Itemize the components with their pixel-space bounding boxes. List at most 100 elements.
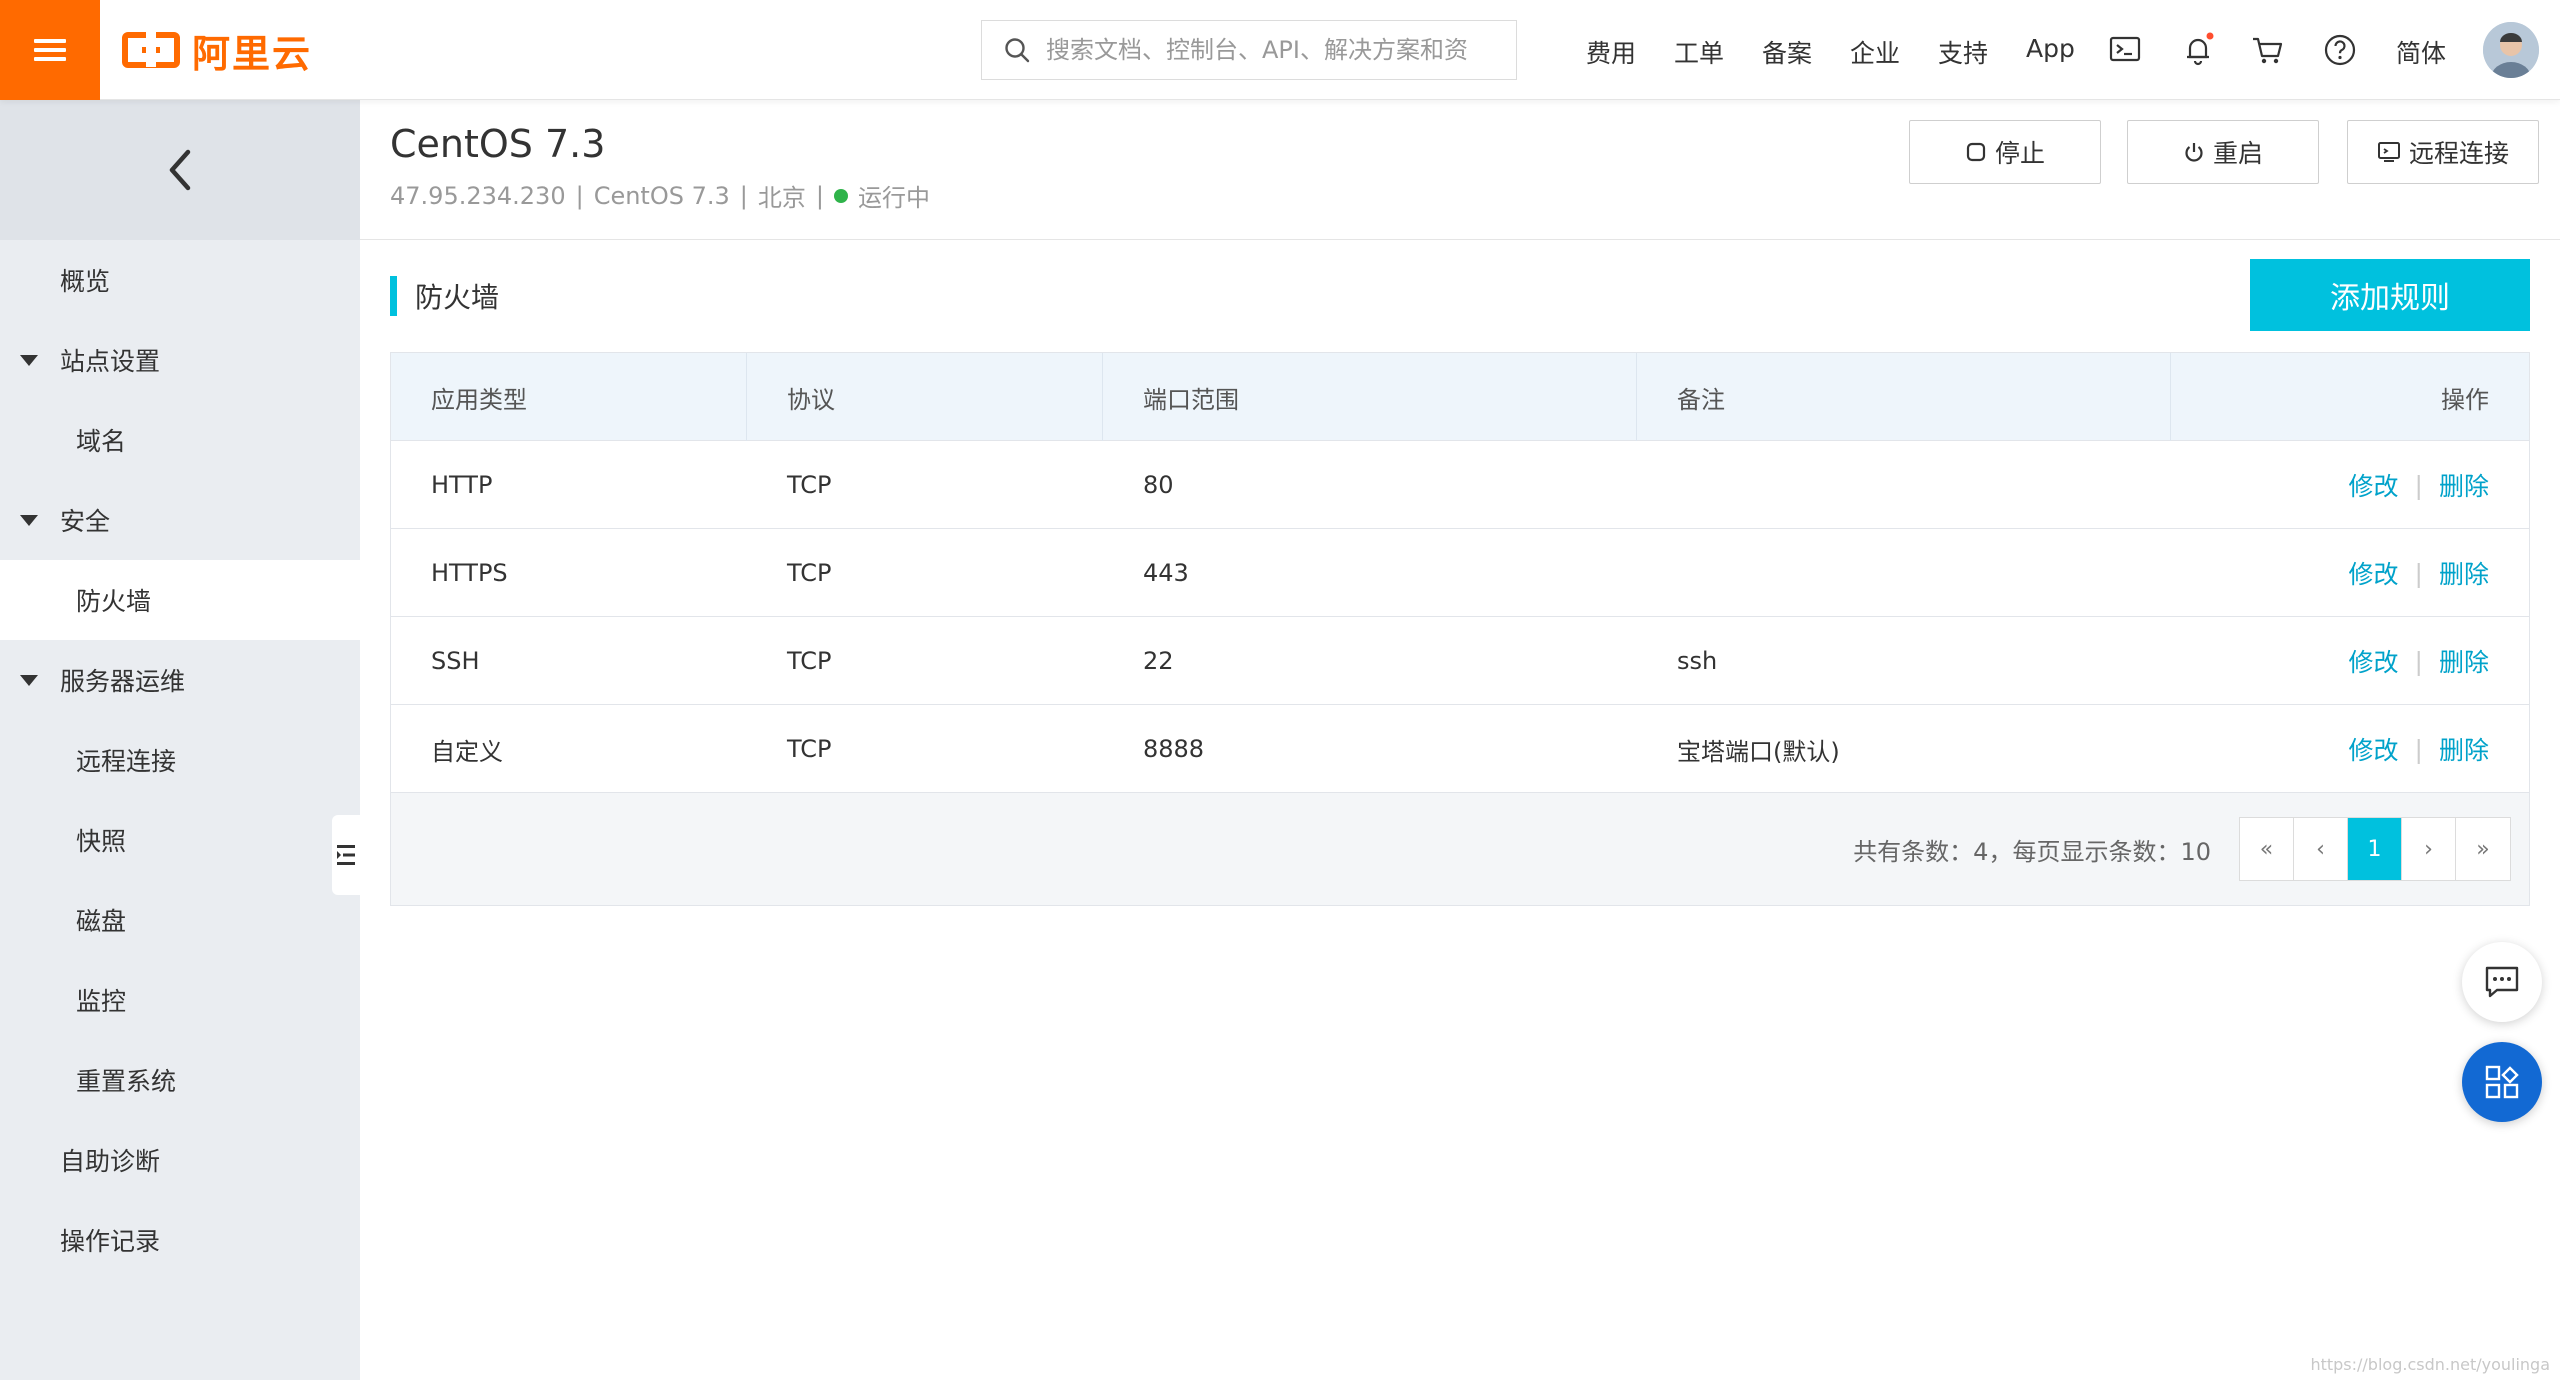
page-button-current[interactable]: 1	[2348, 818, 2402, 880]
top-bar: 阿里云 费用 工单 备案 企业 支持 App 简体	[0, 0, 2560, 100]
quick-apps-button[interactable]	[2462, 1042, 2542, 1122]
caret-down-icon	[20, 354, 38, 366]
sidebar-item-domain[interactable]: 域名	[0, 400, 360, 480]
sidebar-item-firewall[interactable]: 防火墙	[0, 560, 360, 640]
remote-connect-button[interactable]: 远程连接	[2347, 120, 2539, 184]
search-box[interactable]	[981, 20, 1517, 80]
sidebar-group-security[interactable]: 安全	[0, 480, 360, 560]
status-badge: 运行中	[857, 184, 930, 212]
user-avatar[interactable]	[2483, 22, 2539, 78]
back-button[interactable]	[0, 100, 360, 240]
sidebar-group-server-ops[interactable]: 服务器运维	[0, 640, 360, 720]
nav-tickets[interactable]: 工单	[1674, 34, 1724, 70]
sidebar-item-monitor[interactable]: 监控	[0, 960, 360, 1040]
logo-text: 阿里云	[192, 31, 313, 76]
nav-app[interactable]: App	[2026, 34, 2075, 63]
help-icon[interactable]	[2322, 32, 2358, 68]
sidebar-item-overview[interactable]: 概览	[0, 240, 360, 320]
restart-button[interactable]: 重启	[2127, 120, 2319, 184]
sidebar-collapse-toggle[interactable]	[332, 815, 360, 895]
section-header: 防火墙	[390, 276, 499, 316]
instance-os: CentOS 7.3	[593, 181, 730, 210]
sidebar-item-label: 操作记录	[60, 1227, 161, 1256]
delete-link[interactable]: 删除	[2439, 731, 2489, 767]
feedback-button[interactable]	[2462, 942, 2542, 1022]
table-row: HTTPS TCP 443 修改 | 删除	[391, 529, 2529, 617]
sidebar-item-reset-system[interactable]: 重置系统	[0, 1040, 360, 1120]
column-header-actions: 操作	[2441, 385, 2489, 414]
last-page-button[interactable]: »	[2456, 818, 2510, 880]
row-actions: 修改 | 删除	[2349, 617, 2489, 705]
caret-down-icon	[20, 674, 38, 686]
terminal-icon[interactable]	[2108, 32, 2142, 66]
sidebar-item-label: 快照	[76, 827, 127, 856]
pagination-bar: 共有条数：4，每页显示条数：10 « ‹ 1 › »	[391, 793, 2529, 905]
delete-link[interactable]: 删除	[2439, 555, 2489, 591]
cell-note	[1637, 529, 2171, 617]
page-title: CentOS 7.3	[390, 122, 606, 166]
sidebar-group-site-settings[interactable]: 站点设置	[0, 320, 360, 400]
cell-note: ssh	[1677, 647, 1718, 675]
column-header-type: 应用类型	[391, 353, 747, 441]
sidebar-item-self-diagnosis[interactable]: 自助诊断	[0, 1120, 360, 1200]
collapse-list-icon	[337, 845, 355, 865]
aliyun-logo[interactable]: 阿里云	[122, 26, 312, 76]
sidebar-item-label: 站点设置	[60, 347, 161, 376]
meta-separator: |	[815, 181, 824, 210]
cell-protocol: TCP	[787, 471, 832, 499]
edit-link[interactable]: 修改	[2349, 731, 2399, 767]
delete-link[interactable]: 删除	[2439, 467, 2489, 503]
column-header-port: 端口范围	[1103, 353, 1637, 441]
sidebar-item-snapshot[interactable]: 快照	[0, 800, 360, 880]
instance-ip: 47.95.234.230	[390, 181, 566, 210]
instance-region: 北京	[757, 184, 806, 212]
first-page-button[interactable]: «	[2240, 818, 2294, 880]
sidebar-item-disk[interactable]: 磁盘	[0, 880, 360, 960]
add-rule-button[interactable]: 添加规则	[2250, 259, 2530, 331]
meta-separator: |	[739, 181, 748, 210]
prev-page-button[interactable]: ‹	[2294, 818, 2348, 880]
table-row: 自定义 TCP 8888 宝塔端口(默认) 修改 | 删除	[391, 705, 2529, 793]
next-page-button[interactable]: ›	[2402, 818, 2456, 880]
sidebar-item-label: 概览	[60, 267, 111, 296]
search-input[interactable]	[1046, 36, 1486, 64]
cart-icon[interactable]	[2250, 32, 2286, 68]
sidebar-item-operation-log[interactable]: 操作记录	[0, 1200, 360, 1280]
section-accent-bar	[390, 276, 397, 316]
cell-note: 宝塔端口(默认)	[1677, 737, 1840, 766]
nav-enterprise[interactable]: 企业	[1850, 34, 1900, 70]
edit-link[interactable]: 修改	[2349, 555, 2399, 591]
column-header-protocol: 协议	[747, 353, 1103, 441]
hamburger-icon	[34, 34, 66, 66]
pagination: « ‹ 1 › »	[2239, 817, 2511, 881]
stop-button[interactable]: 停止	[1909, 120, 2101, 184]
edit-link[interactable]: 修改	[2349, 643, 2399, 679]
sidebar-item-remote[interactable]: 远程连接	[0, 720, 360, 800]
cell-type: HTTPS	[431, 559, 508, 587]
nav-icp[interactable]: 备案	[1762, 34, 1812, 70]
status-dot-icon	[833, 188, 848, 203]
power-icon	[2185, 143, 2203, 162]
restart-button-label: 重启	[2212, 140, 2263, 168]
remote-connect-icon	[2377, 142, 2400, 162]
cell-type: SSH	[431, 647, 480, 675]
sidebar-item-label: 域名	[76, 427, 127, 456]
language-switch[interactable]: 简体	[2396, 34, 2446, 70]
sidebar: 概览 站点设置 域名 安全 防火墙 服务器运维 远程连接 快照 磁盘 监控 重置…	[0, 100, 360, 1380]
bell-icon[interactable]	[2180, 32, 2216, 68]
row-actions: 修改 | 删除	[2349, 705, 2489, 793]
cell-port: 443	[1143, 559, 1189, 587]
delete-link[interactable]: 删除	[2439, 643, 2489, 679]
chat-icon	[2485, 966, 2519, 998]
action-separator: |	[2414, 734, 2423, 764]
nav-fees[interactable]: 费用	[1586, 34, 1636, 70]
apps-grid-icon	[2485, 1065, 2519, 1099]
sidebar-item-label: 自助诊断	[60, 1147, 161, 1176]
cell-type: 自定义	[431, 737, 503, 766]
nav-support[interactable]: 支持	[1938, 34, 1988, 70]
meta-separator: |	[575, 181, 584, 210]
menu-button[interactable]	[0, 0, 100, 100]
edit-link[interactable]: 修改	[2349, 467, 2399, 503]
cell-protocol: TCP	[787, 559, 832, 587]
aliyun-logo-icon	[122, 31, 180, 68]
